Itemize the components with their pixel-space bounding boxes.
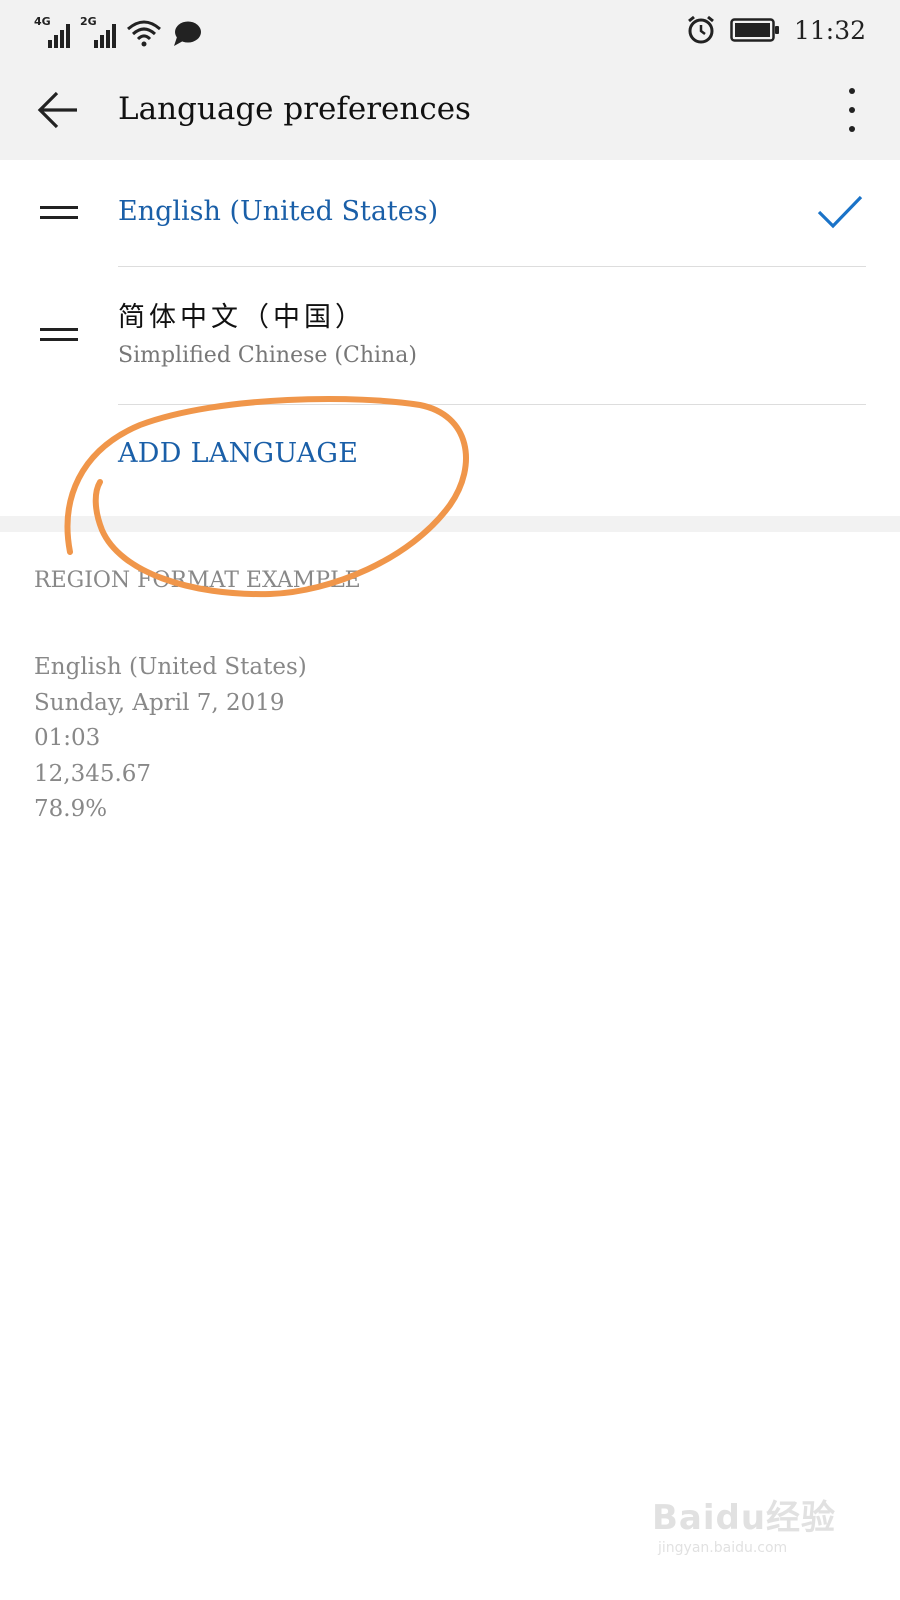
language-primary-label: 简体中文（中国） <box>118 302 366 333</box>
more-vertical-icon-dot <box>849 107 855 113</box>
arrow-left-icon <box>37 91 77 129</box>
region-format-percent: 78.9% <box>34 796 108 822</box>
drag-handle-icon[interactable] <box>40 328 78 342</box>
wifi-icon <box>127 20 161 47</box>
region-format-date: Sunday, April 7, 2019 <box>34 689 285 716</box>
signal-icon <box>94 24 116 48</box>
region-format-header: REGION FORMAT EXAMPLE <box>34 568 361 593</box>
status-time: 11:32 <box>793 15 866 45</box>
language-preferences-screen: 4G 2G 11:32 Language preferences English… <box>0 0 900 1600</box>
network-label-1: 4G <box>34 15 51 28</box>
watermark-url: jingyan.baidu.com <box>658 1540 788 1556</box>
status-left: 4G 2G <box>34 12 202 48</box>
signal-icon <box>48 24 70 48</box>
region-format-example: English (United States) Sunday, April 7,… <box>34 650 307 828</box>
section-separator <box>0 516 900 532</box>
app-bar: Language preferences <box>0 60 900 160</box>
language-item-english[interactable]: English (United States) <box>0 160 900 268</box>
battery-icon <box>730 18 779 42</box>
region-format-number: 12,345.67 <box>34 760 152 787</box>
signal-2g: 2G <box>80 16 116 48</box>
language-primary-label: English (United States) <box>118 196 439 227</box>
watermark: Baidu经验 jingyan.baidu.com <box>652 1490 852 1570</box>
message-bubble-icon <box>174 21 201 46</box>
more-vertical-icon-dot <box>849 126 855 132</box>
back-button[interactable] <box>30 82 86 138</box>
check-icon <box>817 195 863 229</box>
watermark-brand: Baidu经验 <box>652 1498 837 1538</box>
divider <box>118 266 866 267</box>
add-language-button[interactable]: ADD LANGUAGE <box>118 434 358 474</box>
top-area: 4G 2G 11:32 Language preferences <box>0 0 900 160</box>
region-format-language: English (United States) <box>34 654 307 680</box>
divider <box>118 404 866 405</box>
language-secondary-label: Simplified Chinese (China) <box>118 343 417 368</box>
drag-handle-icon[interactable] <box>40 206 78 220</box>
more-options-button[interactable] <box>840 84 864 136</box>
status-right: 11:32 <box>686 12 866 48</box>
language-item-chinese[interactable]: 简体中文（中国） Simplified Chinese (China) <box>0 268 900 404</box>
region-format-time: 01:03 <box>34 725 101 751</box>
alarm-icon <box>688 15 714 44</box>
signal-4g: 4G <box>34 16 70 48</box>
network-label-2: 2G <box>80 15 97 28</box>
page-title: Language preferences <box>118 91 471 127</box>
more-vertical-icon-dot <box>849 88 855 94</box>
status-bar: 4G 2G 11:32 <box>0 0 900 60</box>
